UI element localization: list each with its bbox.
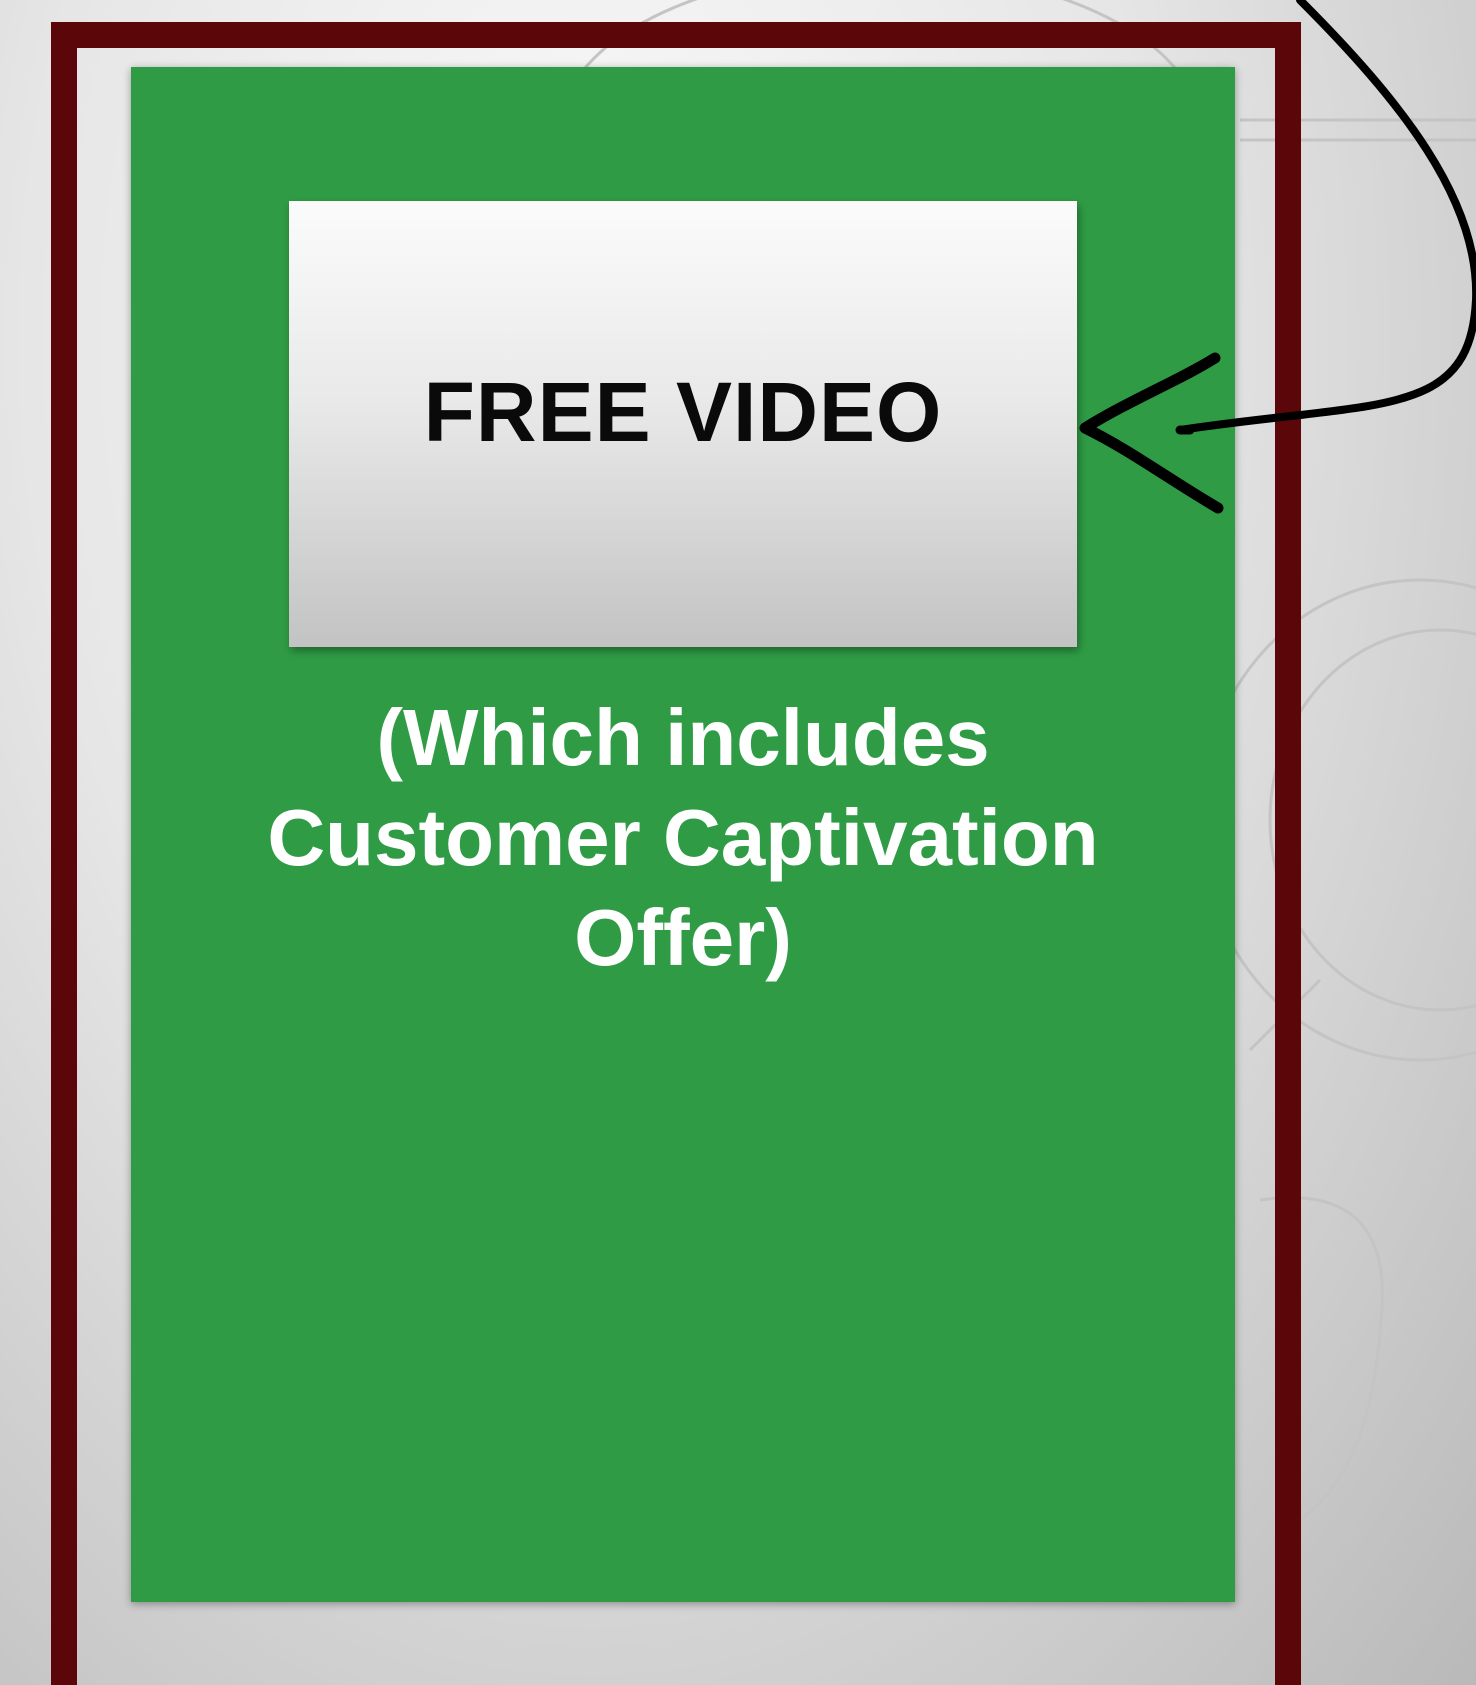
offer-caption: (Which includes Customer Captivation Off… [267, 693, 1099, 982]
free-video-button[interactable]: FREE VIDEO [289, 201, 1077, 647]
free-video-label: FREE VIDEO [423, 364, 943, 459]
